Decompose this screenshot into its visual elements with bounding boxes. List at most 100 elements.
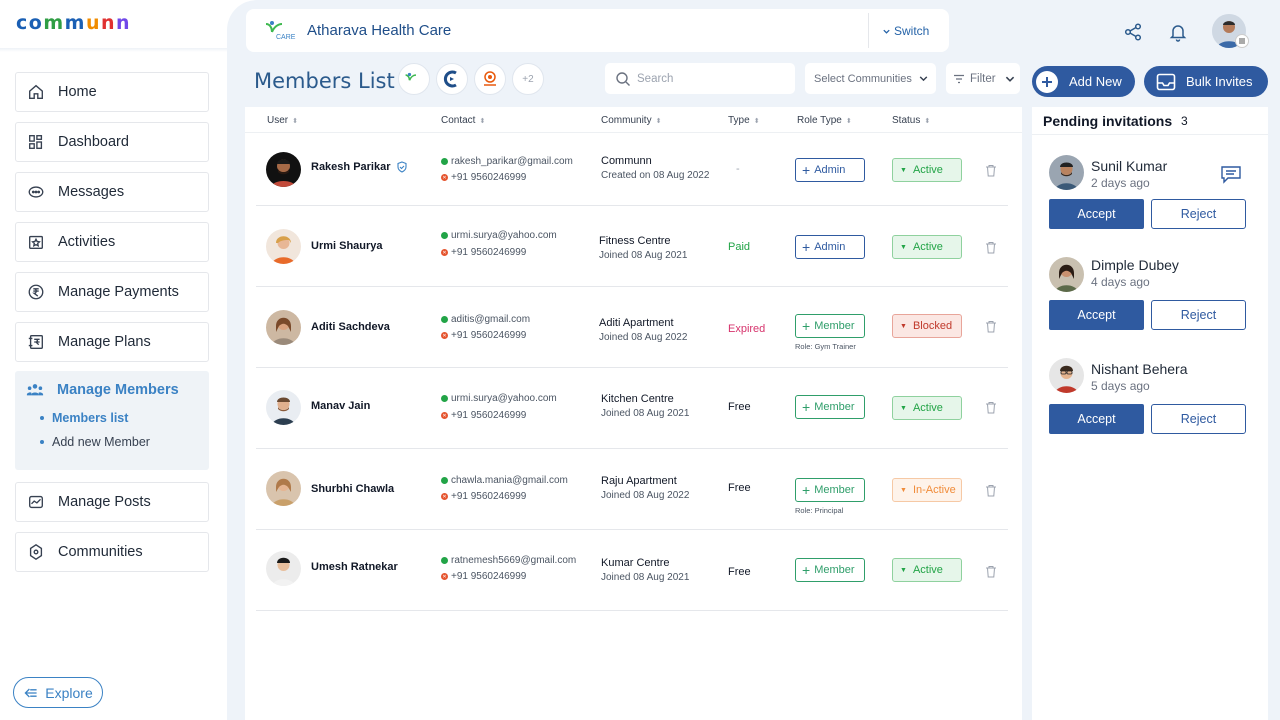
sidebar-item-home[interactable]: Home [15,72,209,112]
sidebar-item-posts[interactable]: Manage Posts [15,482,209,522]
member-avatar[interactable] [266,551,301,586]
phone-text: +91 9560246999 [451,491,527,502]
column-header-user[interactable]: User ⬍ [267,115,298,126]
role-type-button[interactable]: + Member [795,558,865,582]
trash-icon[interactable] [985,164,997,177]
member-avatar[interactable] [266,152,301,187]
status-dropdown[interactable]: ▼ Blocked [892,314,962,338]
explore-icon [24,688,37,697]
trash-icon[interactable] [985,241,997,254]
member-phone[interactable]: ✕ +91 9560246999 [441,172,526,183]
community-logo: CARE [265,21,296,41]
invitee-avatar[interactable] [1049,257,1084,292]
sidebar-item-dashboard[interactable]: Dashboard [15,122,209,162]
email-text: urmi.surya@yahoo.com [451,230,557,241]
accept-button[interactable]: Accept [1049,199,1144,229]
more-communities-badge[interactable]: +2 [512,63,544,95]
member-phone[interactable]: ✕ +91 9560246999 [441,330,526,341]
member-phone[interactable]: ✕ +91 9560246999 [441,571,526,582]
role-type-button[interactable]: + Member [795,314,865,338]
member-email[interactable]: chawla.mania@gmail.com [441,475,568,486]
community-logo-icon [484,71,496,86]
check-icon [441,477,448,484]
message-icon[interactable] [1220,164,1242,184]
member-name[interactable]: Aditi Sachdeva [311,321,390,333]
sidebar-item-messages[interactable]: Messages [15,172,209,212]
explore-button[interactable]: Explore [13,677,103,708]
reject-button[interactable]: Reject [1151,300,1246,330]
sidebar-item-activities[interactable]: Activities [15,222,209,262]
filter-icon [954,74,964,83]
close-icon: ✕ [441,174,448,181]
member-avatar[interactable] [266,310,301,345]
sidebar-item-plans[interactable]: Manage Plans [15,322,209,362]
role-type-button[interactable]: + Member [795,478,865,502]
role-type-button[interactable]: + Member [795,395,865,419]
bulk-invites-button[interactable]: Bulk Invites [1144,66,1268,97]
status-dropdown[interactable]: ▼ Active [892,396,962,420]
member-phone[interactable]: ✕ +91 9560246999 [441,491,526,502]
role-type-button[interactable]: + Admin [795,158,865,182]
reject-button[interactable]: Reject [1151,199,1246,229]
accept-button[interactable]: Accept [1049,404,1144,434]
status-dropdown[interactable]: ▼ Active [892,158,962,182]
select-communities-dropdown[interactable]: Select Communities [805,63,936,94]
trash-icon[interactable] [985,484,997,497]
status-dropdown[interactable]: ▼ Active [892,558,962,582]
filter-dropdown[interactable]: Filter [946,63,1020,94]
member-name[interactable]: Manav Jain [311,400,370,412]
accept-button[interactable]: Accept [1049,300,1144,330]
status-dropdown[interactable]: ▼ In-Active [892,478,962,502]
add-new-button[interactable]: Add New [1032,66,1135,97]
column-header-contact[interactable]: Contact ⬍ [441,115,485,126]
trash-icon[interactable] [985,401,997,414]
community-avatar-2[interactable] [436,63,468,95]
menu-icon[interactable] [1235,34,1249,48]
column-header-role-type[interactable]: Role Type ⬍ [797,115,852,126]
member-name[interactable]: Rakesh Parikar [311,161,408,173]
inbox-icon [1156,73,1176,91]
member-email[interactable]: urmi.surya@yahoo.com [441,393,557,404]
sidebar-item-label: Messages [58,184,125,200]
invitee-avatar[interactable] [1049,358,1084,393]
column-header-type[interactable]: Type ⬍ [728,115,760,126]
member-name-text: Umesh Ratnekar [311,561,398,573]
search-placeholder: Search [637,72,674,85]
member-avatar[interactable] [266,390,301,425]
plus-icon: + [802,562,811,578]
community-avatar-care[interactable] [398,63,430,95]
share-icon[interactable] [1123,22,1143,42]
member-name[interactable]: Umesh Ratnekar [311,561,398,573]
phone-text: +91 9560246999 [451,172,527,183]
invitee-avatar[interactable] [1049,155,1084,190]
role-type-button[interactable]: + Admin [795,235,865,259]
column-header-community[interactable]: Community ⬍ [601,115,661,126]
trash-icon[interactable] [985,320,997,333]
member-name[interactable]: Urmi Shaurya [311,240,383,252]
subnav-add-member[interactable]: Add new Member [40,435,150,449]
member-avatar[interactable] [266,229,301,264]
member-email[interactable]: rakesh_parikar@gmail.com [441,156,573,167]
check-icon [441,232,448,239]
member-email[interactable]: urmi.surya@yahoo.com [441,230,557,241]
sidebar-item-payments[interactable]: Manage Payments [15,272,209,312]
search-input[interactable]: Search [605,63,795,94]
member-name[interactable]: Shurbhi Chawla [311,483,394,495]
logo-letter: m [64,12,86,34]
reject-button[interactable]: Reject [1151,404,1246,434]
caret-down-icon: ▼ [900,404,907,412]
community-avatar-3[interactable] [474,63,506,95]
switch-community-button[interactable]: Switch [882,24,929,38]
status-dropdown[interactable]: ▼ Active [892,235,962,259]
member-phone[interactable]: ✕ +91 9560246999 [441,247,526,258]
sidebar-item-communities[interactable]: Communities [15,532,209,572]
member-avatar[interactable] [266,471,301,506]
subnav-members-list[interactable]: Members list [40,411,128,425]
brand-logo[interactable]: communn [16,12,131,34]
member-phone[interactable]: ✕ +91 9560246999 [441,410,526,421]
member-email[interactable]: aditis@gmail.com [441,314,530,325]
trash-icon[interactable] [985,565,997,578]
bell-icon[interactable] [1168,22,1188,42]
member-email[interactable]: ratnemesh5669@gmail.com [441,555,576,566]
column-header-status[interactable]: Status ⬍ [892,115,930,126]
